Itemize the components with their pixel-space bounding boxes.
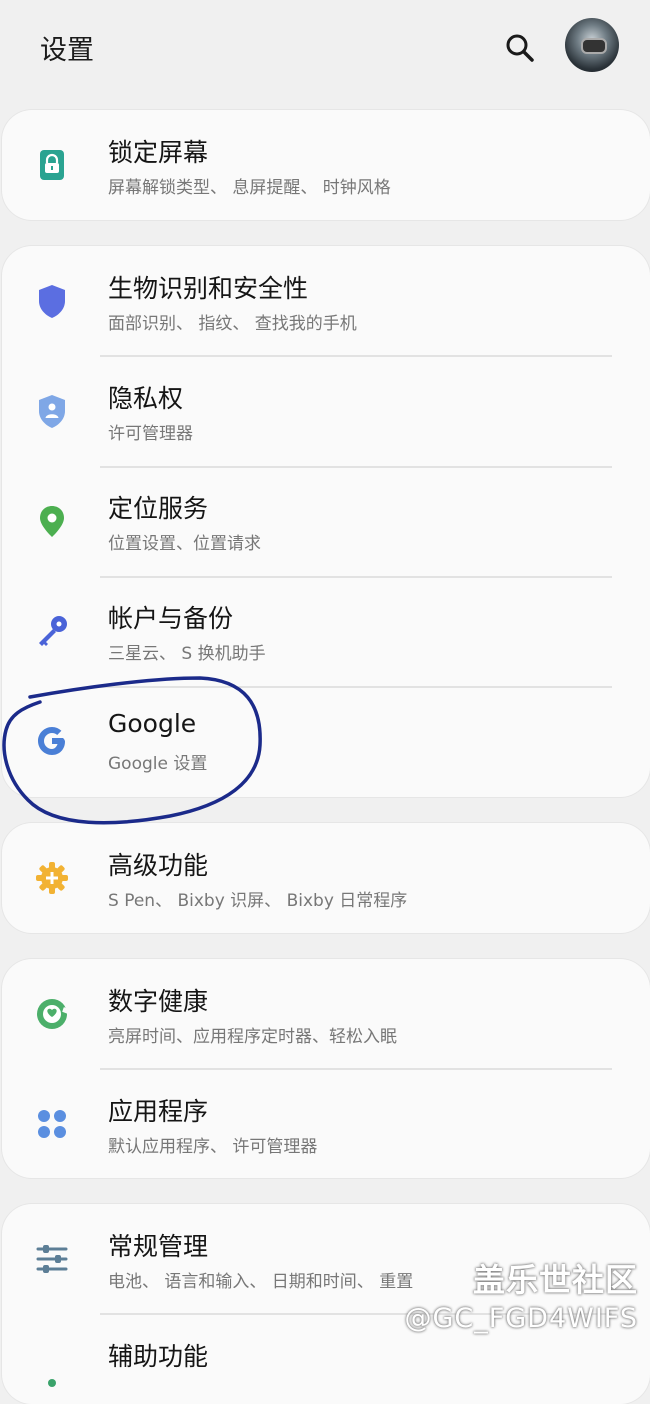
- item-title: 应用程序: [108, 1097, 209, 1126]
- settings-item-biometrics[interactable]: 生物识别和安全性 面部识别、 指纹、 查找我的手机: [2, 246, 650, 356]
- settings-item-accounts-backup[interactable]: 帐户与备份 三星云、 S 换机助手: [2, 576, 650, 686]
- item-title: 常规管理: [108, 1232, 209, 1261]
- item-subtitle: 亮屏时间、应用程序定时器、轻松入眠: [108, 1027, 397, 1047]
- item-subtitle: 三星云、 S 换机助手: [108, 644, 266, 664]
- settings-card-lockscreen: 锁定屏幕 屏幕解锁类型、 息屏提醒、 时钟风格: [2, 110, 650, 220]
- item-subtitle: 默认应用程序、 许可管理器: [108, 1137, 318, 1157]
- settings-item-privacy[interactable]: 隐私权 许可管理器: [2, 356, 650, 466]
- item-title: 生物识别和安全性: [108, 274, 309, 303]
- search-icon[interactable]: [500, 28, 540, 68]
- item-subtitle: S Pen、 Bixby 识屏、 Bixby 日常程序: [108, 891, 408, 911]
- settings-item-google[interactable]: Google Google 设置: [2, 686, 650, 796]
- settings-card-advanced: 高级功能 S Pen、 Bixby 识屏、 Bixby 日常程序: [2, 823, 650, 933]
- accessibility-icon: [32, 1349, 72, 1389]
- item-title: 帐户与备份: [108, 604, 234, 633]
- digital-wellbeing-icon: [32, 994, 72, 1034]
- key-icon: [32, 611, 72, 651]
- item-subtitle: Google 设置: [108, 754, 208, 774]
- location-pin-icon: [32, 501, 72, 541]
- google-icon: [32, 721, 72, 761]
- item-title: 数字健康: [108, 987, 209, 1016]
- avatar[interactable]: [565, 18, 619, 72]
- app-header: 设置: [0, 0, 650, 95]
- item-subtitle: 许可管理器: [108, 424, 193, 444]
- lock-icon: [32, 145, 72, 185]
- item-title: 隐私权: [108, 384, 184, 413]
- item-title: Google: [108, 709, 197, 738]
- item-title: 辅助功能: [108, 1342, 209, 1371]
- advanced-gear-icon: [32, 858, 72, 898]
- settings-item-digital-wellbeing[interactable]: 数字健康 亮屏时间、应用程序定时器、轻松入眠: [2, 959, 650, 1069]
- privacy-shield-icon: [32, 391, 72, 431]
- settings-item-advanced-features[interactable]: 高级功能 S Pen、 Bixby 识屏、 Bixby 日常程序: [2, 823, 650, 933]
- apps-grid-icon: [32, 1104, 72, 1144]
- item-subtitle: 电池、 语言和输入、 日期和时间、 重置: [108, 1272, 414, 1292]
- item-title: 定位服务: [108, 494, 209, 523]
- item-title: 锁定屏幕: [108, 138, 209, 167]
- sliders-icon: [32, 1239, 72, 1279]
- settings-card-wellbeing-apps: 数字健康 亮屏时间、应用程序定时器、轻松入眠 应用程序 默认应用程序、 许可管理…: [2, 959, 650, 1178]
- watermark-user-handle: @GC_FGD4WIFS: [404, 1303, 638, 1334]
- item-subtitle: 位置设置、位置请求: [108, 534, 261, 554]
- settings-item-apps[interactable]: 应用程序 默认应用程序、 许可管理器: [2, 1069, 650, 1178]
- settings-item-lock-screen[interactable]: 锁定屏幕 屏幕解锁类型、 息屏提醒、 时钟风格: [2, 110, 650, 220]
- settings-item-location[interactable]: 定位服务 位置设置、位置请求: [2, 466, 650, 576]
- avatar-image: [581, 38, 607, 54]
- item-subtitle: 面部识别、 指纹、 查找我的手机: [108, 314, 357, 334]
- page-title: 设置: [40, 35, 94, 66]
- watermark-community-name: 盖乐世社区: [472, 1261, 638, 1299]
- item-subtitle: 屏幕解锁类型、 息屏提醒、 时钟风格: [108, 178, 391, 198]
- settings-card-security: 生物识别和安全性 面部识别、 指纹、 查找我的手机 隐私权 许可管理器 定位服务…: [2, 246, 650, 797]
- shield-icon: [32, 281, 72, 321]
- item-title: 高级功能: [108, 851, 209, 880]
